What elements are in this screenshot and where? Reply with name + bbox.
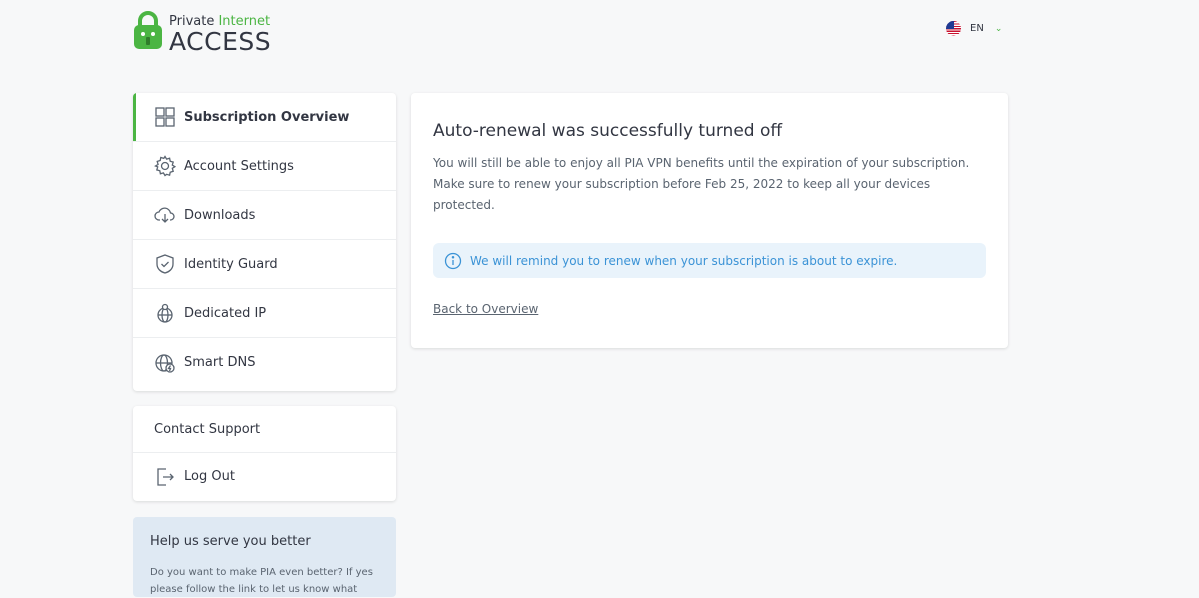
sidebar-item-label: Downloads xyxy=(184,207,256,223)
logout-icon xyxy=(154,466,176,488)
sidebar-item-label: Smart DNS xyxy=(184,355,256,370)
contact-support-link[interactable]: Contact Support xyxy=(133,406,396,453)
info-banner: We will remind you to renew when your su… xyxy=(433,243,986,278)
log-out-label: Log Out xyxy=(184,469,235,484)
sidebar-item-dedicated-ip[interactable]: Dedicated IP xyxy=(133,289,396,338)
us-flag-icon xyxy=(946,21,961,36)
chevron-down-icon: ⌄ xyxy=(994,23,1003,34)
sidebar-item-smart-dns[interactable]: Smart DNS xyxy=(133,338,396,387)
lock-logo-icon xyxy=(134,11,162,49)
sidebar-item-subscription-overview[interactable]: Subscription Overview xyxy=(133,93,396,142)
help-text: Do you want to make PIA even better? If … xyxy=(150,567,373,595)
language-selector[interactable]: EN ⌄ xyxy=(946,21,1002,36)
logo-text-bottom: ACCESS xyxy=(169,27,272,56)
sidebar-item-identity-guard[interactable]: Identity Guard xyxy=(133,240,396,289)
globe-pin-icon xyxy=(154,302,176,324)
sidebar-item-label: Identity Guard xyxy=(184,256,278,272)
sidebar-nav: Subscription Overview Account Settings D… xyxy=(133,93,396,391)
support-card: Contact Support Log Out xyxy=(133,406,396,501)
help-title: Help us serve you better xyxy=(150,534,311,549)
page-title: Auto-renewal was successfully turned off xyxy=(433,121,783,141)
cloud-download-icon xyxy=(154,204,176,226)
sidebar-item-label: Dedicated IP xyxy=(184,305,267,321)
sidebar-item-label: Subscription Overview xyxy=(184,109,350,125)
back-to-overview-link[interactable]: Back to Overview xyxy=(433,302,538,316)
language-code: EN xyxy=(970,23,984,34)
gear-icon xyxy=(154,155,176,177)
shield-check-icon xyxy=(154,253,176,275)
log-out-button[interactable]: Log Out xyxy=(133,453,396,500)
info-icon xyxy=(444,252,462,269)
contact-support-label: Contact Support xyxy=(154,421,261,437)
main-content-card: Auto-renewal was successfully turned off… xyxy=(411,93,1008,348)
grid-icon xyxy=(154,106,176,128)
globe-lightning-icon xyxy=(154,352,176,374)
sidebar-item-account-settings[interactable]: Account Settings xyxy=(133,142,396,191)
pia-logo[interactable]: Private Internet ACCESS xyxy=(133,10,271,55)
sidebar-item-downloads[interactable]: Downloads xyxy=(133,191,396,240)
info-text: We will remind you to renew when your su… xyxy=(470,253,898,268)
description-text: You will still be able to enjoy all PIA … xyxy=(433,156,970,212)
sidebar-item-label: Account Settings xyxy=(184,158,294,174)
help-card: Help us serve you better Do you want to … xyxy=(133,517,396,597)
